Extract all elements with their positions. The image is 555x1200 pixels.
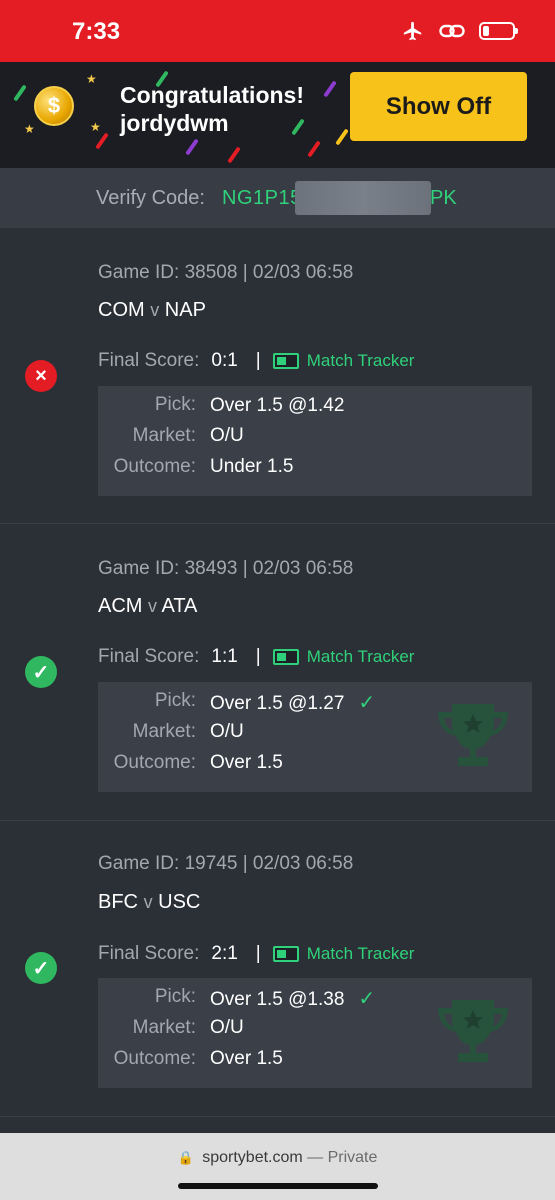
lock-icon: 🔒 bbox=[177, 1150, 194, 1165]
outcome-label: Outcome: bbox=[113, 1048, 196, 1069]
lost-status-icon: × bbox=[25, 360, 57, 392]
won-status-icon: ✓ bbox=[25, 656, 57, 688]
outcome-value: Over 1.5 bbox=[210, 752, 283, 773]
congratulations-banner: ★ ★ ★ $ Congratulations! jordydwm Show O… bbox=[0, 62, 555, 168]
redacted-code bbox=[295, 181, 431, 215]
verify-code-row: Verify Code: NG1P15 PK bbox=[0, 168, 555, 228]
trophy-icon bbox=[438, 1000, 508, 1062]
pick-value: Over 1.5 @1.42 bbox=[210, 395, 345, 416]
verify-code-suffix: PK bbox=[430, 187, 457, 209]
pick-label: Pick: bbox=[154, 690, 196, 711]
bet-item: Game ID: 19745 | 02/03 06:58 BFC v USC ✓… bbox=[0, 821, 555, 1117]
match-teams: BFC v USC bbox=[98, 891, 200, 914]
match-teams: COM v NAP bbox=[98, 299, 206, 322]
congrats-title: Congratulations! bbox=[120, 82, 304, 108]
pick-label: Pick: bbox=[154, 394, 196, 415]
home-team: BFC bbox=[98, 891, 138, 913]
game-id: Game ID: 38493 | 02/03 06:58 bbox=[98, 558, 354, 579]
bet-details: Pick: Over 1.5 @1.42 Market: O/U Outcome: U… bbox=[98, 386, 532, 496]
final-score: 1:1 bbox=[211, 646, 238, 667]
away-team: NAP bbox=[164, 299, 206, 321]
away-team: USC bbox=[158, 891, 201, 913]
address-bar[interactable]: 🔒 sportybet.com — Private bbox=[0, 1149, 555, 1167]
market-value: O/U bbox=[210, 425, 244, 446]
versus-label: v bbox=[150, 300, 160, 320]
outcome-value: Over 1.5 bbox=[210, 1048, 283, 1069]
coin-icon: $ bbox=[34, 86, 74, 126]
bet-item: Game ID: 38508 | 02/03 06:58 COM v NAP ×… bbox=[0, 228, 555, 524]
final-score: 0:1 bbox=[211, 350, 238, 371]
won-status-icon: ✓ bbox=[25, 952, 57, 984]
pick-value: Over 1.5 @1.27 ✓ bbox=[210, 692, 376, 714]
market-label: Market: bbox=[132, 721, 196, 742]
score-row: Final Score: 0:1 | Match Tracker bbox=[98, 350, 414, 372]
divider: | bbox=[255, 943, 261, 964]
away-team: ATA bbox=[161, 595, 198, 617]
home-indicator[interactable] bbox=[178, 1183, 378, 1189]
home-team: COM bbox=[98, 299, 145, 321]
game-id: Game ID: 38508 | 02/03 06:58 bbox=[98, 262, 354, 283]
bet-details: Pick: Over 1.5 @1.38 ✓ Market: O/U Outcome:… bbox=[98, 978, 532, 1088]
verify-code-label: Verify Code: bbox=[96, 187, 205, 209]
versus-label: v bbox=[143, 892, 153, 912]
final-score-label: Final Score: bbox=[98, 943, 200, 964]
match-tracker-link[interactable]: Match Tracker bbox=[307, 351, 415, 371]
versus-label: v bbox=[148, 596, 158, 616]
username: jordydwm bbox=[120, 110, 229, 136]
trophy-icon bbox=[438, 704, 508, 766]
match-tracker-icon[interactable] bbox=[272, 353, 299, 369]
match-tracker-link[interactable]: Match Tracker bbox=[307, 647, 415, 667]
final-score: 2:1 bbox=[211, 943, 238, 964]
match-tracker-link[interactable]: Match Tracker bbox=[307, 944, 415, 964]
status-bar: 7:33 bbox=[0, 0, 555, 62]
url-domain: sportybet.com bbox=[202, 1149, 303, 1166]
browser-bottom-bar: 🔒 sportybet.com — Private bbox=[0, 1133, 555, 1200]
battery-icon bbox=[479, 22, 518, 40]
market-value: O/U bbox=[210, 1017, 244, 1038]
check-icon: ✓ bbox=[358, 692, 376, 714]
divider: | bbox=[255, 646, 261, 667]
show-off-button[interactable]: Show Off bbox=[350, 72, 527, 141]
check-icon: ✓ bbox=[358, 988, 376, 1010]
airplane-icon bbox=[403, 21, 422, 41]
home-team: ACM bbox=[98, 595, 143, 617]
divider: | bbox=[255, 350, 261, 371]
score-row: Final Score: 1:1 | Match Tracker bbox=[98, 646, 414, 668]
status-time: 7:33 bbox=[72, 18, 121, 45]
bet-details: Pick: Over 1.5 @1.27 ✓ Market: O/U Outcome:… bbox=[98, 682, 532, 792]
match-tracker-icon[interactable] bbox=[272, 649, 299, 665]
score-row: Final Score: 2:1 | Match Tracker bbox=[98, 943, 414, 965]
pick-label: Pick: bbox=[154, 986, 196, 1007]
market-label: Market: bbox=[132, 425, 196, 446]
verify-code-value: NG1P15 bbox=[222, 187, 302, 209]
link-icon bbox=[439, 24, 465, 38]
bet-item: Game ID: 38493 | 02/03 06:58 ACM v ATA ✓… bbox=[0, 524, 555, 821]
outcome-label: Outcome: bbox=[113, 456, 196, 477]
status-icons bbox=[401, 20, 518, 42]
final-score-label: Final Score: bbox=[98, 350, 200, 371]
outcome-label: Outcome: bbox=[113, 752, 196, 773]
match-teams: ACM v ATA bbox=[98, 595, 197, 618]
private-mode-label: — Private bbox=[307, 1149, 378, 1166]
pick-value: Over 1.5 @1.38 ✓ bbox=[210, 988, 376, 1010]
market-value: O/U bbox=[210, 721, 244, 742]
outcome-value: Under 1.5 bbox=[210, 456, 294, 477]
game-id: Game ID: 19745 | 02/03 06:58 bbox=[98, 853, 354, 874]
match-tracker-icon[interactable] bbox=[272, 946, 299, 962]
market-label: Market: bbox=[132, 1017, 196, 1038]
final-score-label: Final Score: bbox=[98, 646, 200, 667]
